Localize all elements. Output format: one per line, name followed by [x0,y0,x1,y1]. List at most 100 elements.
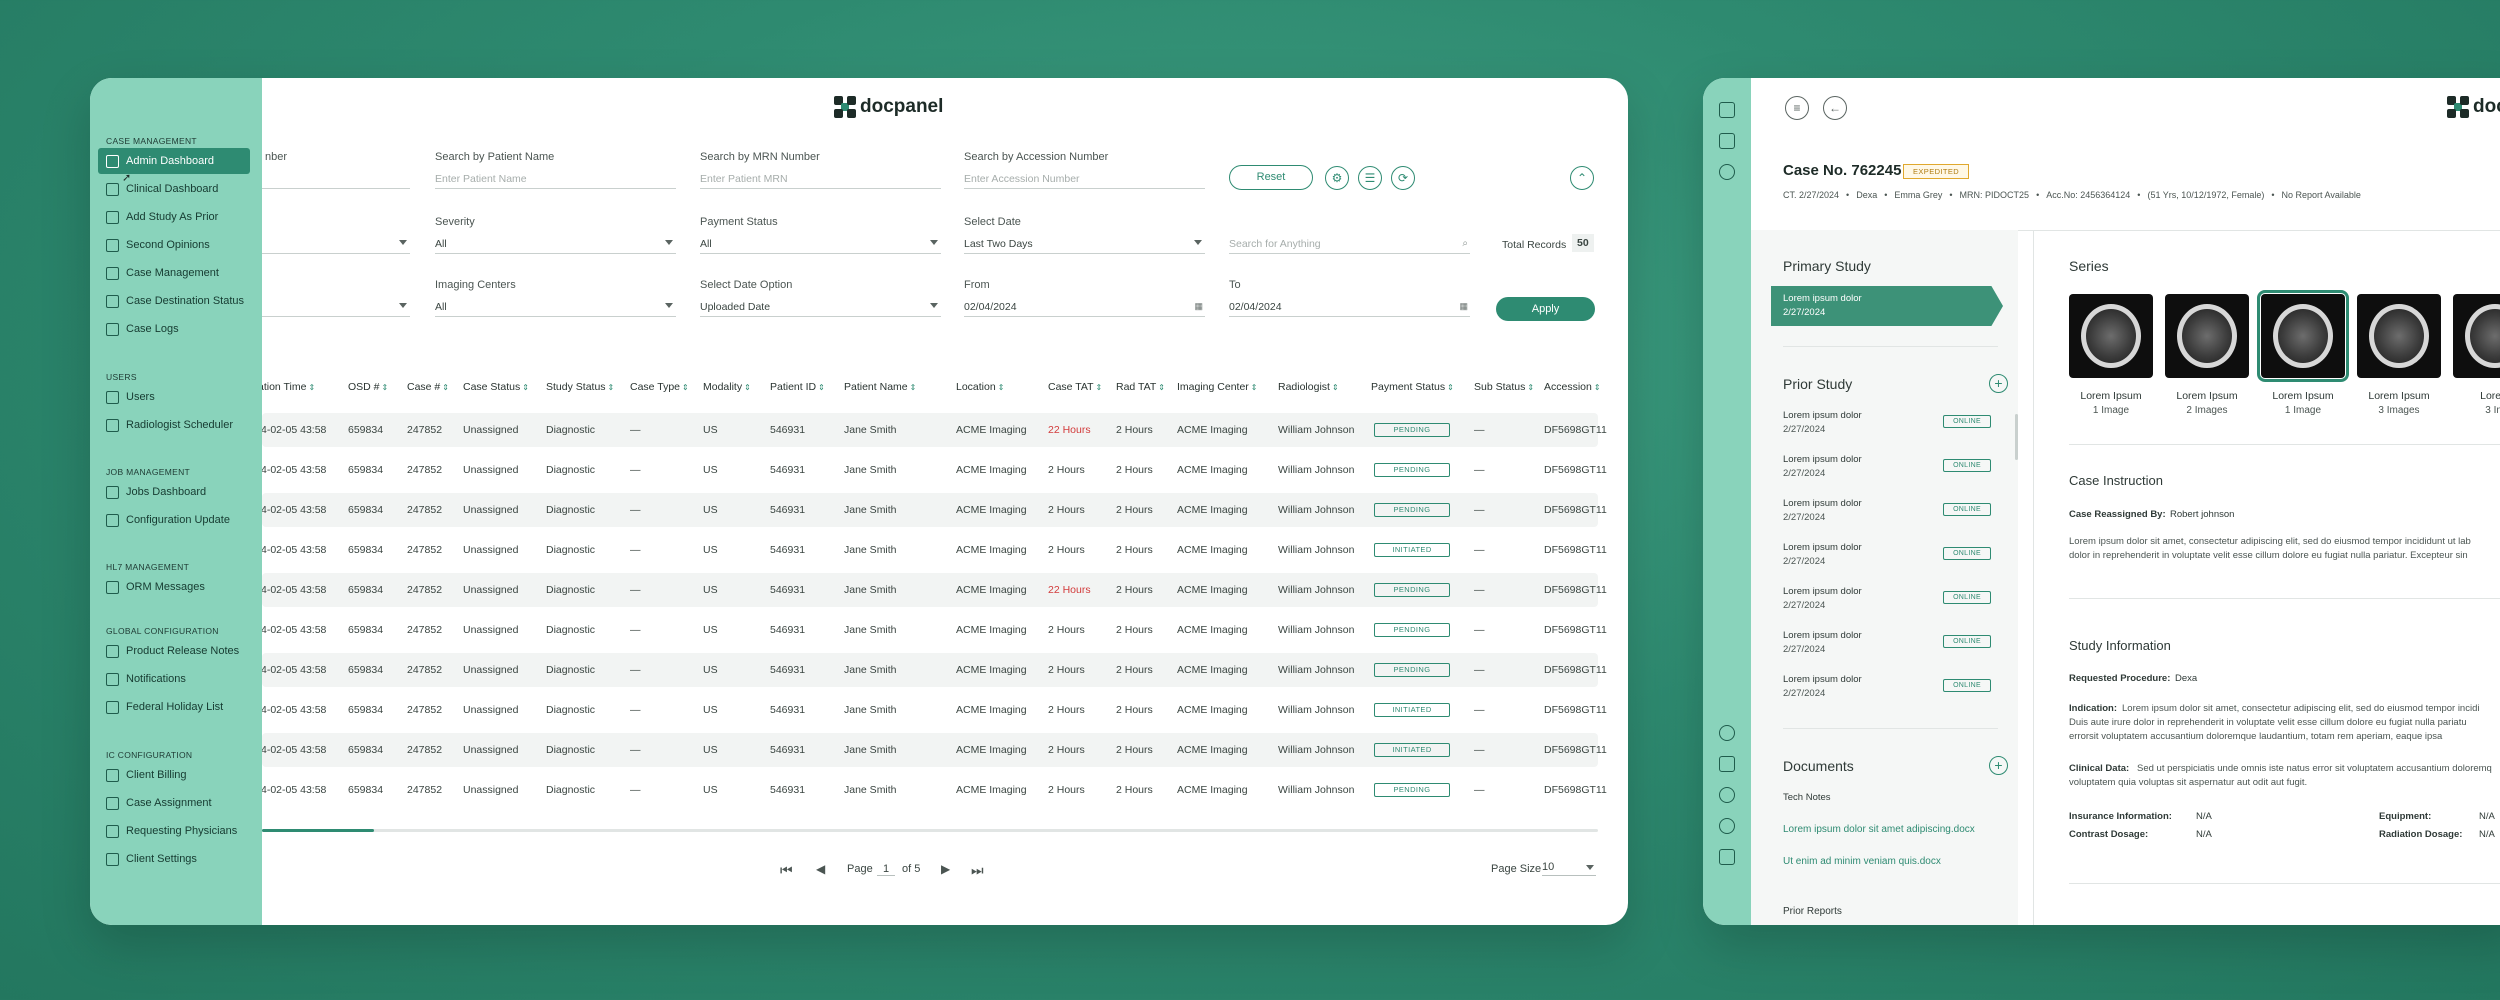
first-page-icon[interactable]: ⏮ [780,862,793,879]
sort-icon[interactable]: ⇕ [818,383,825,392]
series-thumbnail[interactable] [2069,294,2153,378]
search-anything-input[interactable]: Search for Anything [1229,234,1470,254]
payment-status-select[interactable]: Payment Status All [700,216,941,256]
prior-study-name[interactable]: Lorem ipsum dolor [1783,630,1862,641]
from-date-field[interactable]: From 02/04/2024 ▦ [964,279,1205,319]
accession-filter[interactable]: Search by Accession Number Enter Accessi… [964,151,1205,191]
column-header[interactable]: Modality ⇕ [703,381,751,393]
accession-filter-line[interactable] [262,169,410,189]
sort-icon[interactable]: ⇕ [998,383,1005,392]
column-header[interactable]: Accession ⇕ [1544,381,1601,393]
sidebar-item[interactable]: Users [98,384,250,410]
document-link[interactable]: Ut enim ad minim veniam quis.docx [1783,856,1941,867]
sidebar-item[interactable]: ORM Messages [98,574,250,600]
apply-button[interactable]: Apply [1496,297,1595,321]
column-header[interactable]: Location ⇕ [956,381,1004,393]
column-header[interactable]: Case TAT ⇕ [1048,381,1102,393]
column-header[interactable]: Case Type ⇕ [630,381,689,393]
accession-filter-partial[interactable]: nber [262,151,410,191]
refresh-icon[interactable]: ⟳ [1391,166,1415,190]
series-thumbnail[interactable] [2453,294,2500,378]
column-header[interactable]: Rad TAT ⇕ [1116,381,1165,393]
prior-study-name[interactable]: Lorem ipsum dolor [1783,674,1862,685]
search-icon[interactable] [1719,164,1735,180]
column-header[interactable]: OSD # ⇕ [348,381,388,393]
last-page-icon[interactable]: ⏭ [971,862,984,879]
accession-input[interactable]: Enter Accession Number [964,169,1205,189]
sort-icon[interactable]: ⇕ [1527,383,1534,392]
column-header[interactable]: Sub Status ⇕ [1474,381,1534,393]
column-header[interactable]: Case # ⇕ [407,381,449,393]
collapse-chevron-up-icon[interactable]: ⌃ [1570,166,1594,190]
column-header[interactable]: Case Status ⇕ [463,381,529,393]
page-number-input[interactable]: 1 [877,863,895,876]
sidebar-item[interactable]: Federal Holiday List [98,694,250,720]
sort-icon[interactable]: ⇕ [1251,383,1258,392]
sidebar-item[interactable]: Requesting Physicians [98,818,250,844]
sidebar-item[interactable]: Case Management [98,260,250,286]
sidebar-item[interactable]: Notifications [98,666,250,692]
sidebar-item[interactable]: Case Assignment [98,790,250,816]
search-anything-field[interactable]: Search for Anything ⌕ [1229,216,1470,256]
document-link[interactable]: Lorem ipsum dolor sit amet adipiscing.do… [1783,824,1975,835]
sidebar-item[interactable]: Case Logs [98,316,250,342]
column-header[interactable]: Patient ID ⇕ [770,381,825,393]
column-header[interactable]: Study Status ⇕ [546,381,614,393]
horizontal-scrollbar[interactable] [262,829,1598,832]
sidebar-item[interactable]: Jobs Dashboard [98,479,250,505]
prior-study-name[interactable]: Lorem ipsum dolor [1783,410,1862,421]
prior-study-name[interactable]: Lorem ipsum dolor [1783,586,1862,597]
date-option-select[interactable]: Select Date Option Uploaded Date [700,279,941,319]
primary-study-item[interactable]: Lorem ipsum dolor 2/27/2024 [1771,286,2003,326]
case-type-select-partial[interactable] [262,279,410,319]
severity-select[interactable]: Severity All [435,216,676,256]
sort-icon[interactable]: ⇕ [308,383,315,392]
mrn-input[interactable]: Enter Patient MRN [700,169,941,189]
report-icon[interactable] [1719,756,1735,772]
sort-icon[interactable]: ⇕ [1447,383,1454,392]
sidebar-item[interactable]: Second Opinions [98,232,250,258]
scrollbar-thumb[interactable] [262,829,374,832]
sidebar-item[interactable]: Clinical Dashboard [98,176,250,202]
column-header[interactable]: Patient Name ⇕ [844,381,916,393]
sort-icon[interactable]: ⇕ [382,383,389,392]
logout-icon[interactable] [1719,849,1735,865]
sort-icon[interactable]: ⇕ [1332,383,1339,392]
sidebar-item[interactable]: Radiologist Scheduler [98,412,250,438]
add-prior-study-plus-icon[interactable]: + [1989,374,2008,393]
settings-gear-icon[interactable]: ⚙ [1325,166,1349,190]
back-arrow-icon[interactable]: ← [1823,96,1847,120]
sort-icon[interactable]: ⇕ [910,383,917,392]
sort-icon[interactable]: ⇕ [1594,383,1601,392]
sidebar-item[interactable]: Case Destination Status [98,288,250,314]
sort-icon[interactable]: ⇕ [522,383,529,392]
column-header[interactable]: ation Time ⇕ [258,381,315,393]
sort-icon[interactable]: ⇕ [744,383,751,392]
sort-icon[interactable]: ⇕ [1096,383,1103,392]
column-header[interactable]: Imaging Center ⇕ [1177,381,1258,393]
menu-icon[interactable]: ≡ [1785,96,1809,120]
prior-list-scrollbar[interactable] [2015,414,2018,460]
patient-name-filter[interactable]: Search by Patient Name Enter Patient Nam… [435,151,676,191]
column-header[interactable]: Payment Status ⇕ [1371,381,1454,393]
sidebar-item[interactable]: Admin Dashboard [98,148,250,174]
prior-study-name[interactable]: Lorem ipsum dolor [1783,542,1862,553]
calendar-icon[interactable]: ▦ [1459,301,1468,312]
sidebar-item[interactable]: Configuration Update [98,507,250,533]
sort-icon[interactable]: ⇕ [1158,383,1165,392]
next-page-icon[interactable]: ▶ [941,862,950,876]
dashboard-icon[interactable] [1719,102,1735,118]
sidebar-item[interactable]: Add Study As Prior [98,204,250,230]
reset-button[interactable]: Reset [1229,165,1313,190]
sort-icon[interactable]: ⇕ [442,383,449,392]
sidebar-item[interactable]: Product Release Notes [98,638,250,664]
sort-icon[interactable]: ⇕ [682,383,689,392]
status-select-partial[interactable] [262,216,410,256]
page-size-select[interactable]: 10 [1542,861,1596,876]
list-view-icon[interactable]: ☰ [1358,166,1382,190]
prior-study-name[interactable]: Lorem ipsum dolor [1783,498,1862,509]
sidebar-item[interactable]: Client Billing [98,762,250,788]
calendar-icon[interactable]: ▦ [1194,301,1203,312]
prior-study-name[interactable]: Lorem ipsum dolor [1783,454,1862,465]
patient-name-input[interactable]: Enter Patient Name [435,169,676,189]
